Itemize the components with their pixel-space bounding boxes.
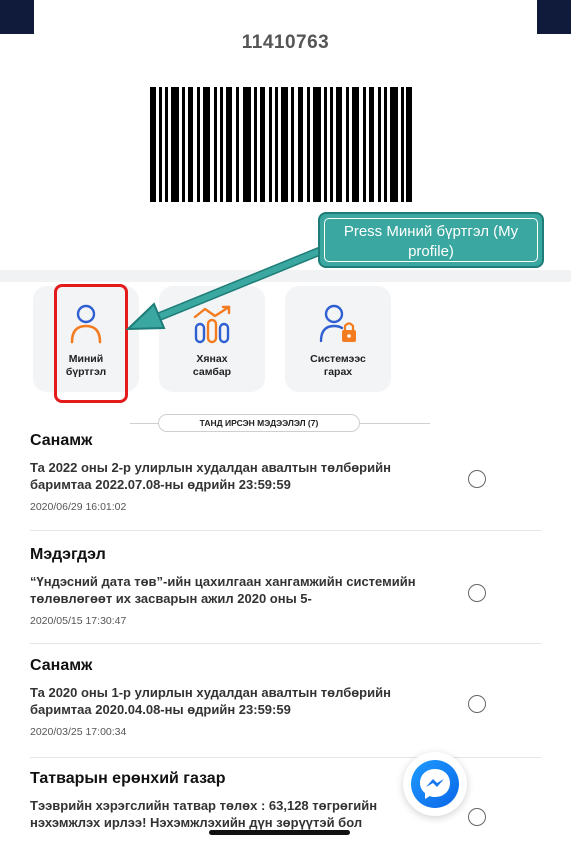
callout-highlight: Миний бүртгэл <box>386 223 489 240</box>
message-select-radio[interactable] <box>468 470 486 488</box>
home-indicator <box>209 830 350 835</box>
profile-highlight-box <box>54 284 128 403</box>
message-body: Тээврийн хэрэгслийн татвар төлөх : 63,12… <box>30 798 378 830</box>
message-select-radio[interactable] <box>468 808 486 826</box>
message-item[interactable]: Санамж Та 2022 оны 2-р улирлын худалдан … <box>30 432 530 513</box>
message-time: 2020/05/15 17:30:47 <box>30 615 127 627</box>
message-body: Та 2022 оны 2-р улирлын худалдан авалтын… <box>30 460 391 492</box>
message-time: 2020/06/29 16:01:02 <box>30 501 127 513</box>
messenger-icon <box>420 769 450 799</box>
message-separator <box>30 530 541 531</box>
message-title: Санамж <box>30 657 93 674</box>
dashboard-label: Хянах самбар <box>192 353 232 378</box>
barcode <box>150 87 412 202</box>
message-select-radio[interactable] <box>468 584 486 602</box>
user-number: 11410763 <box>241 32 330 53</box>
messenger-chat-button[interactable] <box>403 752 467 816</box>
callout-prefix: Press <box>343 223 387 240</box>
message-title: Санамж <box>30 432 93 449</box>
message-body: “Үндэсний дата төв”-ийн цахилгаан хангам… <box>30 574 416 606</box>
message-time: 2020/03/25 17:00:34 <box>30 726 127 738</box>
message-item[interactable]: Санамж Та 2020 оны 1-р улирлын худалдан … <box>30 657 530 738</box>
message-select-radio[interactable] <box>468 695 486 713</box>
message-separator <box>30 643 541 644</box>
instruction-callout: Press Миний бүртгэл (My profile) <box>318 212 544 268</box>
screen-corner-right <box>537 0 571 34</box>
message-title: Мэдэгдэл <box>30 546 106 563</box>
message-item[interactable]: Мэдэгдэл “Үндэсний дата төв”-ийн цахилга… <box>30 546 530 627</box>
message-separator <box>30 757 541 758</box>
inbox-count-badge: ТАНД ИРСЭН МЭДЭЭЛЭЛ (7) <box>158 414 360 432</box>
message-body: Та 2020 оны 1-р улирлын худалдан авалтын… <box>30 685 391 717</box>
screen-corner-left <box>0 0 34 34</box>
logout-label: Системээс гарах <box>310 353 366 378</box>
